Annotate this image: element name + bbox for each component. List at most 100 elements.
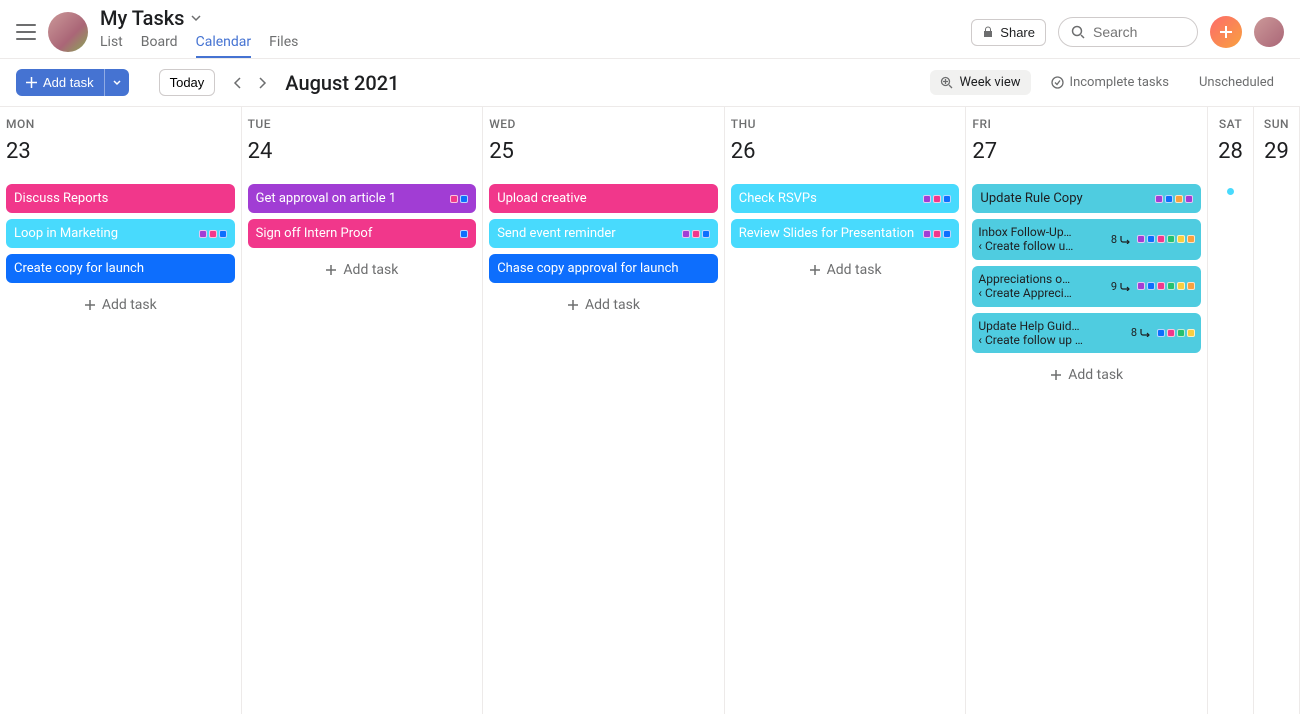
subtask-count: 9 [1111,280,1131,293]
tab-calendar[interactable]: Calendar [196,34,252,58]
unscheduled-label: Unscheduled [1199,75,1274,90]
unscheduled-toggle[interactable]: Unscheduled [1189,70,1284,95]
day-number: 24 [248,139,477,164]
day-name: SUN [1264,117,1289,131]
project-color-dots [1137,282,1195,290]
plus-icon [1219,25,1233,39]
project-color-dots [1137,235,1195,243]
lock-icon [982,26,994,38]
add-task-label: Add task [43,75,94,90]
task-title: Check RSVPs [739,191,918,206]
add-task-inline[interactable]: Add task [248,254,477,286]
user-avatar-large[interactable] [48,12,88,52]
day-column-sun: SUN 29 [1254,107,1300,714]
tab-files[interactable]: Files [269,34,298,58]
task-subtitle: ‹ Create Appreci… [978,286,1104,300]
task-card[interactable]: Discuss Reports [6,184,235,213]
task-card[interactable]: Update Rule Copy [972,184,1201,213]
task-title: Send event reminder [497,226,676,241]
task-title: Chase copy approval for launch [497,261,710,276]
task-card[interactable]: Loop in Marketing [6,219,235,248]
task-card[interactable]: Review Slides for Presentation [731,219,960,248]
prev-period-button[interactable] [233,76,243,90]
day-number: 25 [489,139,718,164]
day-name: THU [731,117,960,131]
task-title: Discuss Reports [14,191,227,206]
task-card[interactable]: Inbox Follow-Up…‹ Create follow u… 8 [972,219,1201,260]
project-color-dots [682,230,710,238]
task-card[interactable]: Appreciations o…‹ Create Appreci… 9 [972,266,1201,307]
day-column-mon: MON 23 Discuss Reports Loop in Marketing Cre… [0,107,242,714]
tab-list[interactable]: List [100,34,123,58]
search-icon [1071,25,1085,39]
day-number: 28 [1218,139,1243,164]
task-title: Sign off Intern Proof [256,226,455,241]
share-button[interactable]: Share [971,19,1046,46]
task-indicator-dot[interactable] [1227,188,1234,195]
hamburger-menu[interactable] [16,24,36,40]
task-card[interactable]: Send event reminder [489,219,718,248]
plus-icon [26,77,37,88]
day-column-sat: SAT 28 [1208,107,1254,714]
search-box[interactable] [1058,17,1198,47]
global-add-button[interactable] [1210,16,1242,48]
task-card[interactable]: Check RSVPs [731,184,960,213]
month-label: August 2021 [285,71,399,95]
task-subtitle: ‹ Create follow u… [978,239,1104,253]
project-color-dots [923,195,951,203]
filter-label: Incomplete tasks [1070,75,1169,90]
chevron-down-icon [113,79,121,87]
day-column-tue: TUE 24 Get approval on article 1 Sign off I… [242,107,484,714]
add-task-inline[interactable]: Add task [489,289,718,321]
task-card[interactable]: Update Help Guid…‹ Create follow up … 8 [972,313,1201,354]
task-card[interactable]: Get approval on article 1 [248,184,477,213]
day-column-thu: THU 26 Check RSVPs Review Slides for Presen… [725,107,967,714]
view-label: Week view [959,75,1020,90]
filter-toggle[interactable]: Incomplete tasks [1041,70,1179,95]
chevron-down-icon[interactable] [190,12,202,24]
user-avatar-small[interactable] [1254,17,1284,47]
task-title: Inbox Follow-Up… [978,225,1104,239]
day-name: WED [489,117,718,131]
project-color-dots [923,230,951,238]
task-title: Appreciations o… [978,272,1104,286]
add-task-inline[interactable]: Add task [731,254,960,286]
task-card[interactable]: Create copy for launch [6,254,235,283]
subtask-count: 8 [1111,233,1131,246]
day-name: MON [6,117,235,131]
add-task-dropdown[interactable] [104,69,129,96]
add-task-button[interactable]: Add task [16,69,104,96]
project-color-dots [1155,195,1193,203]
day-name: SAT [1219,117,1242,131]
add-task-inline[interactable]: Add task [6,289,235,321]
task-title: Loop in Marketing [14,226,193,241]
day-number: 29 [1264,139,1289,164]
search-input[interactable] [1093,24,1173,40]
tab-board[interactable]: Board [141,34,178,58]
day-number: 27 [972,139,1201,164]
next-period-button[interactable] [257,76,267,90]
task-title: Update Rule Copy [980,191,1149,206]
task-title: Update Help Guid… [978,319,1124,333]
task-card[interactable]: Upload creative [489,184,718,213]
share-label: Share [1000,25,1035,40]
project-color-dots [199,230,227,238]
today-button[interactable]: Today [159,69,216,96]
view-toggle[interactable]: Week view [930,70,1030,95]
task-card[interactable]: Sign off Intern Proof [248,219,477,248]
task-title: Review Slides for Presentation [739,226,918,241]
day-name: TUE [248,117,477,131]
task-subtitle: ‹ Create follow up … [978,333,1124,347]
day-number: 26 [731,139,960,164]
page-title: My Tasks [100,6,184,30]
task-title: Get approval on article 1 [256,191,445,206]
add-task-inline[interactable]: Add task [972,359,1201,391]
project-color-dots [460,230,468,238]
project-color-dots [1157,329,1195,337]
subtask-count: 8 [1131,326,1151,339]
day-number: 23 [6,139,235,164]
day-column-wed: WED 25 Upload creative Send event reminder C… [483,107,725,714]
check-circle-icon [1051,76,1064,89]
task-card[interactable]: Chase copy approval for launch [489,254,718,283]
day-column-fri: FRI27Update Rule CopyInbox Follow-Up…‹ C… [966,107,1208,714]
